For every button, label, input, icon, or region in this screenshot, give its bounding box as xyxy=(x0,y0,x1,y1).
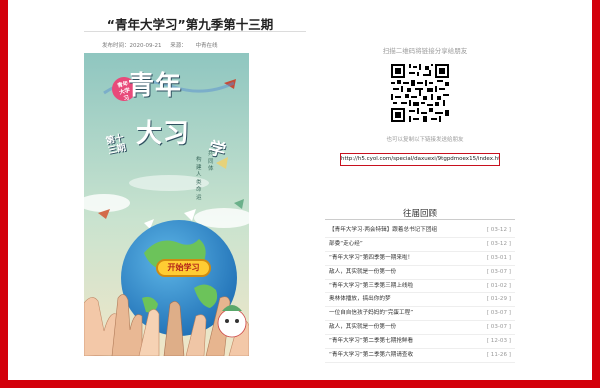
poster-image: 青年 大学习 青年 大习 学 第十 三期 构建人类命运 共同体 开始学习 xyxy=(84,53,249,356)
item-title[interactable]: “青年大学习”第二季第六期请查收 xyxy=(329,349,413,361)
title-divider xyxy=(84,31,306,32)
item-date: [ 03-01 ] xyxy=(486,254,511,261)
item-date: [ 03-12 ] xyxy=(486,227,511,233)
item-title[interactable]: 一位自自信孩子妈妈的“完蛋工程” xyxy=(329,307,413,319)
qr-code xyxy=(391,64,449,122)
list-item[interactable]: 【青年大学习·两会特辑】跟着总书记下团组 [ 03-12 ] xyxy=(325,224,515,238)
poster-title-line2: 大习 xyxy=(136,119,191,149)
list-item[interactable]: 敌人，其实就是一份第一份 [ 03-07 ] xyxy=(325,266,515,280)
item-title[interactable]: 奥林体播放，搞出你的梦 xyxy=(329,293,391,305)
list-item[interactable]: “青年大学习”第二季第六期请查收 [ 11-26 ] xyxy=(325,349,515,363)
share-instruction: 扫描二维码将链接分享给朋友 xyxy=(382,47,468,55)
article-meta: 发布时间：2020-09-21 来源： 中青在线 xyxy=(102,41,225,49)
share-url-field[interactable]: http://h5.cyol.com/special/daxuexi/9tgpd… xyxy=(340,153,500,166)
list-item[interactable]: “青年大学习”第三季第三期上线啦 [ 01-02 ] xyxy=(325,280,515,294)
list-item[interactable]: 部委“走心经” [ 03-12 ] xyxy=(325,238,515,252)
poster-title-line1: 青年 xyxy=(128,71,183,101)
list-item[interactable]: “青年大学习”第四季第一期来啦！ [ 03-01 ] xyxy=(325,252,515,266)
source-name[interactable]: 中青在线 xyxy=(195,43,217,49)
list-item[interactable]: 奥林体播放，搞出你的梦 [ 01-29 ] xyxy=(325,293,515,308)
item-date: [ 01-02 ] xyxy=(486,282,511,289)
item-title[interactable]: “青年大学习”第三季第三期上线啦 xyxy=(329,280,413,292)
item-date: [ 03-12 ] xyxy=(486,240,511,247)
past-issues-divider xyxy=(325,219,515,220)
past-issues-heading: 往届回顾 xyxy=(402,209,437,219)
item-date: [ 12-03 ] xyxy=(486,338,511,345)
item-title[interactable]: 【青年大学习·两会特辑】跟着总书记下团组 xyxy=(329,224,437,236)
item-date: [ 11-26 ] xyxy=(486,352,511,359)
item-date: [ 03-07 ] xyxy=(486,310,511,317)
item-title[interactable]: “青年大学习”第二季第七期抢鲜看 xyxy=(329,335,413,347)
poster-slogan-b: 共同体 xyxy=(208,151,214,172)
copy-instruction: 也可以复制以下链接发送给朋友 xyxy=(386,137,464,143)
list-item[interactable]: “青年大学习”第二季第七期抢鲜看 [ 12-03 ] xyxy=(325,335,515,350)
poster-slogan-a: 构建人类命运 xyxy=(196,157,202,201)
item-title[interactable]: 敌人，其实就是一份第一份 xyxy=(329,266,396,278)
item-date: [ 03-07 ] xyxy=(486,268,511,275)
past-issues-list: 【青年大学习·两会特辑】跟着总书记下团组 [ 03-12 ] 部委“走心经” [ 0… xyxy=(325,224,515,363)
item-title[interactable]: 敌人，其实就是一份第一份 xyxy=(329,321,396,333)
list-item[interactable]: 一位自自信孩子妈妈的“完蛋工程” [ 03-07 ] xyxy=(325,307,515,322)
item-date: [ 03-07 ] xyxy=(486,324,511,331)
item-title[interactable]: 部委“走心经” xyxy=(329,238,363,250)
item-title[interactable]: “青年大学习”第四季第一期来啦！ xyxy=(329,252,413,264)
source-label: 来源： xyxy=(170,43,187,49)
list-item[interactable]: 敌人，其实就是一份第一份 [ 03-07 ] xyxy=(325,321,515,336)
publish-time: 发布时间：2020-09-21 xyxy=(102,43,162,49)
item-date: [ 01-29 ] xyxy=(486,296,511,303)
start-learning-button[interactable]: 开始学习 xyxy=(156,259,211,277)
